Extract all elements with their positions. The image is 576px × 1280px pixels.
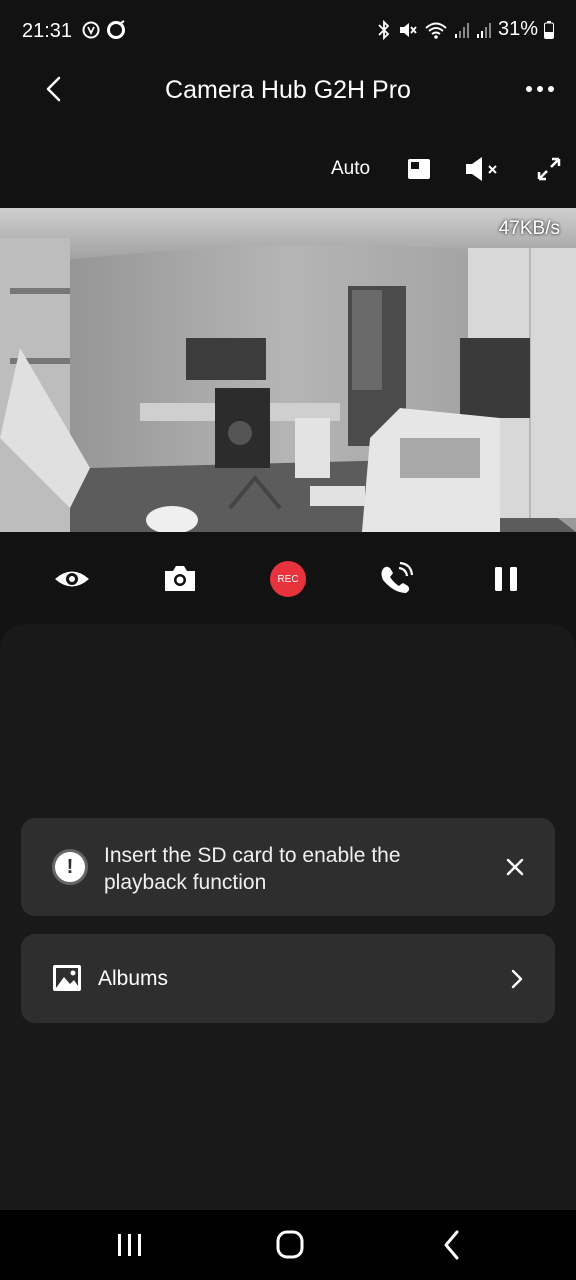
bitrate-label: 47KB/s: [498, 218, 560, 239]
image-icon: [53, 965, 81, 991]
albums-label: Albums: [98, 967, 169, 990]
more-dots-icon[interactable]: [524, 78, 556, 100]
close-icon[interactable]: [502, 854, 528, 880]
picture-in-picture-icon[interactable]: [406, 156, 432, 182]
camera-video-feed[interactable]: [0, 208, 576, 532]
recent-apps-icon[interactable]: [110, 1228, 150, 1262]
battery-percent: 31%: [497, 18, 538, 40]
record-button[interactable]: REC: [270, 561, 306, 597]
status-left-icons: [82, 20, 126, 40]
eye-icon[interactable]: [54, 562, 90, 596]
speaker-muted-icon[interactable]: [464, 156, 502, 182]
bluetooth-icon: [378, 19, 390, 40]
signal-icon: [476, 22, 491, 38]
back-icon[interactable]: [432, 1228, 472, 1262]
pause-icon[interactable]: [488, 562, 524, 596]
home-icon[interactable]: [270, 1228, 310, 1262]
status-time: 21:31: [22, 20, 73, 42]
wifi-icon: [425, 22, 447, 39]
mute-icon: [399, 22, 417, 37]
circle-app-icon: [107, 20, 125, 39]
battery-icon: [544, 20, 554, 39]
fullscreen-icon[interactable]: [536, 156, 562, 182]
camera-icon[interactable]: [162, 562, 198, 596]
status-right-group: 31%: [376, 18, 554, 41]
phone-call-icon[interactable]: [378, 562, 414, 596]
signal-icon: [454, 22, 469, 38]
playback-panel: [0, 624, 576, 1210]
quality-selector[interactable]: Auto: [331, 158, 370, 180]
alert-icon: !: [52, 849, 88, 885]
sd-card-notice-text: Insert the SD card to enable the playbac…: [104, 844, 401, 894]
chevron-right-icon[interactable]: [506, 966, 528, 992]
page-title: Camera Hub G2H Pro: [165, 76, 411, 104]
data-saver-icon: [82, 21, 100, 39]
